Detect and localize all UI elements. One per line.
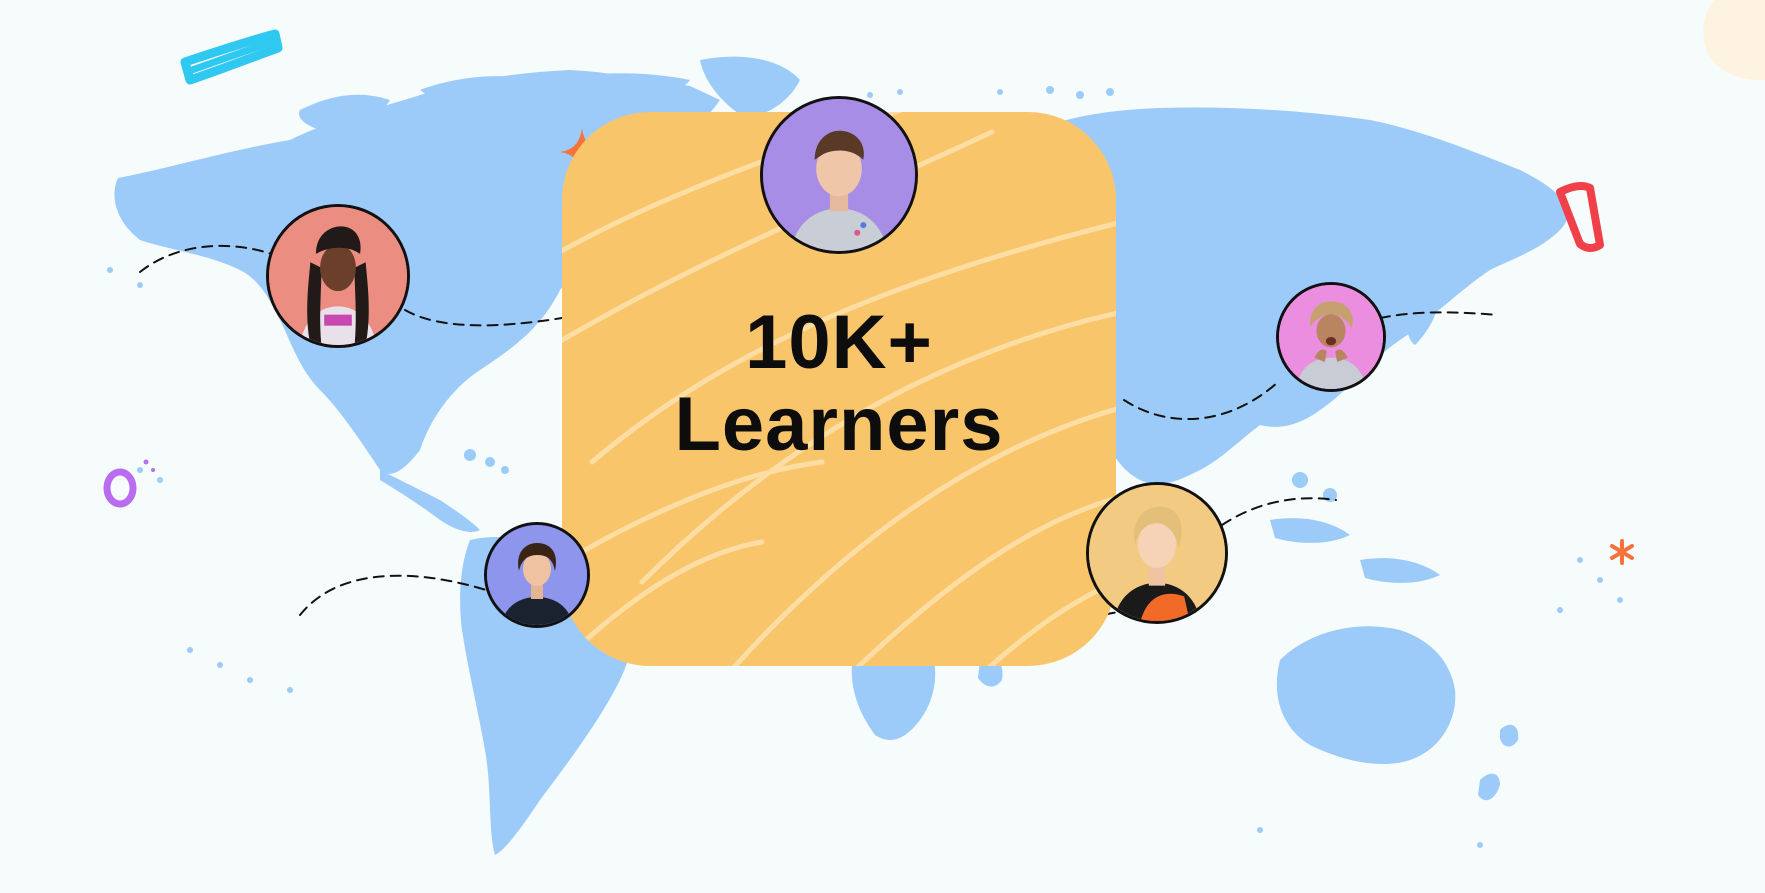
headline-count: 10K+	[745, 300, 933, 385]
learner-avatar-icon	[763, 99, 915, 251]
australia	[1276, 626, 1456, 765]
avatar-left	[266, 204, 410, 348]
asterisk-icon	[1610, 539, 1634, 565]
violet-ring	[103, 468, 137, 508]
learner-avatar-icon	[1279, 285, 1383, 389]
avatar-bottom-right	[1086, 482, 1228, 624]
red-scribble	[1556, 181, 1604, 252]
avatar-right	[1276, 282, 1386, 392]
learner-avatar-icon	[269, 207, 407, 345]
cream-blob	[1703, 0, 1765, 81]
learner-avatar-icon	[487, 525, 587, 625]
avatar-bottom-left	[484, 522, 590, 628]
stage: 10K+ Learners	[0, 0, 1765, 893]
learner-avatar-icon	[1089, 485, 1225, 621]
headline-label: Learners	[674, 382, 1004, 467]
avatar-top-center	[760, 96, 918, 254]
headline: 10K+ Learners	[562, 302, 1116, 466]
